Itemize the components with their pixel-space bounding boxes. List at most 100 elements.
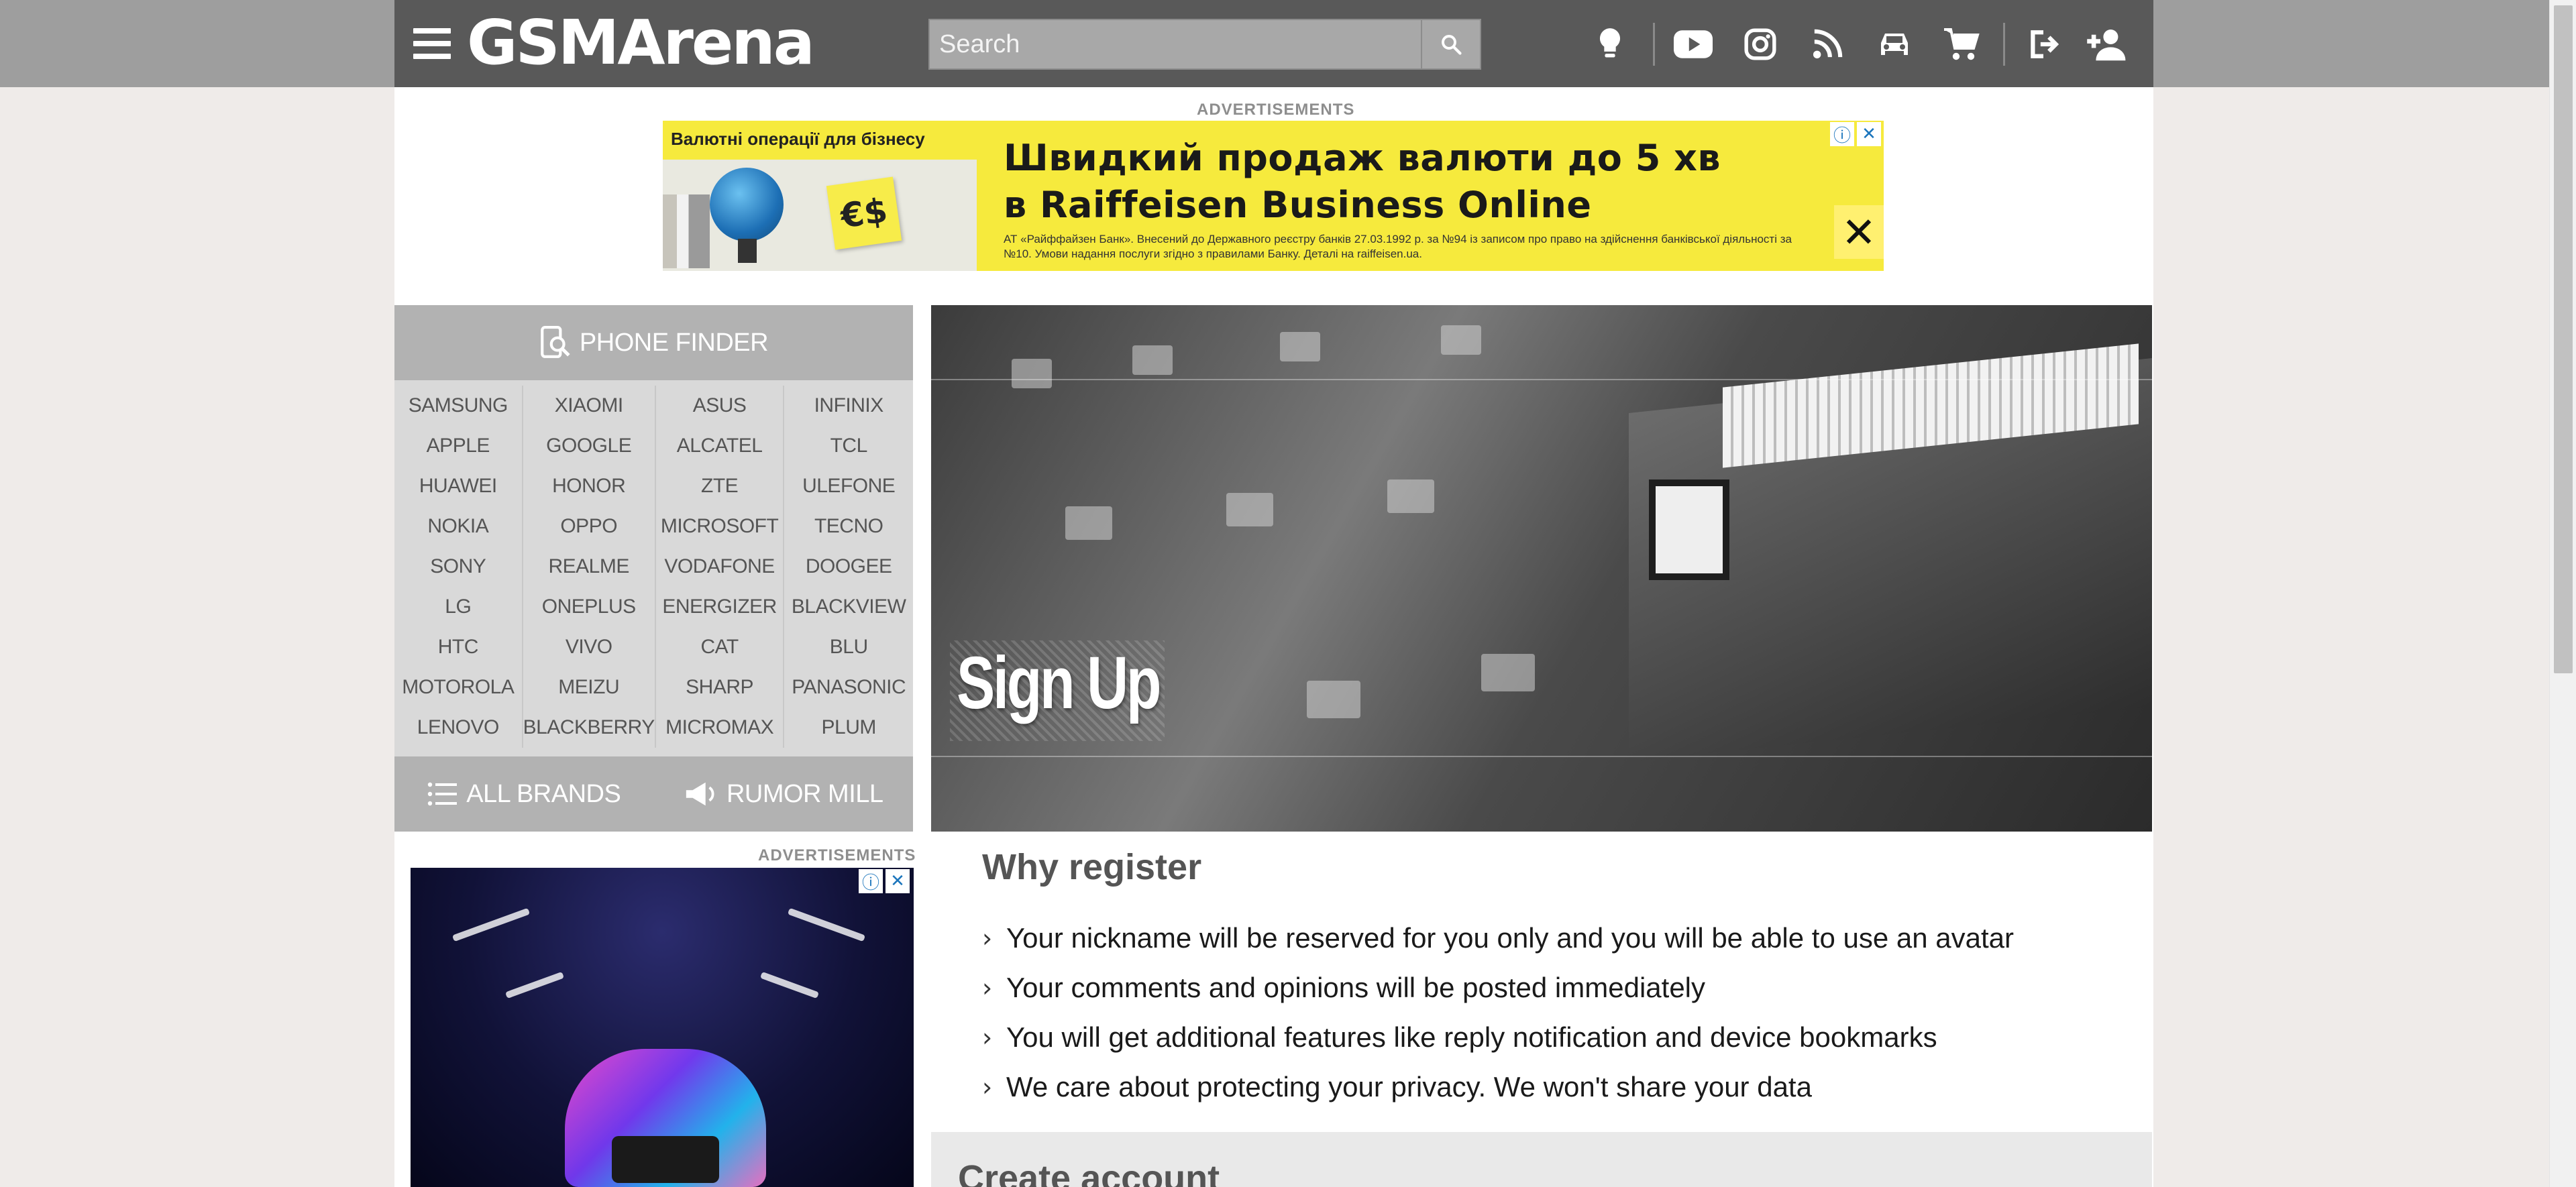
list-item: › We care about protecting your privacy. …	[982, 1062, 2014, 1112]
vertical-scrollbar[interactable]	[2549, 0, 2576, 1187]
brand-column: XIAOMI GOOGLE HONOR OPPO REALME ONEPLUS VIVO ME…	[523, 386, 656, 748]
brand-link[interactable]: APPLE	[394, 426, 522, 466]
light-stripe	[505, 971, 564, 999]
brand-link[interactable]: HTC	[394, 627, 522, 667]
site-logo[interactable]: GSMArena	[467, 12, 815, 74]
brand-link[interactable]: HUAWEI	[394, 466, 522, 506]
hero-guide-line	[931, 756, 2152, 757]
light-stripe	[760, 971, 819, 999]
brand-link[interactable]: SAMSUNG	[394, 386, 522, 426]
page-title: Sign Up	[957, 642, 1161, 724]
brand-link[interactable]: LENOVO	[394, 708, 522, 748]
brand-link[interactable]: MICROSOFT	[656, 506, 784, 547]
signup-icon[interactable]	[2082, 19, 2133, 70]
brand-link[interactable]: XIAOMI	[523, 386, 655, 426]
brand-link[interactable]: BLU	[784, 627, 913, 667]
all-brands-button[interactable]: ALL BRANDS	[394, 756, 654, 832]
phone-finder-sidebar: PHONE FINDER SAMSUNG APPLE HUAWEI NOKIA SONY…	[394, 305, 913, 832]
search-button[interactable]	[1421, 20, 1480, 68]
create-account-section: Create account	[931, 1132, 2152, 1187]
search-icon	[1442, 35, 1462, 55]
brand-link[interactable]: OPPO	[523, 506, 655, 547]
brand-link[interactable]: ULEFONE	[784, 466, 913, 506]
drawer-label	[1226, 493, 1273, 526]
brand-link[interactable]: TCL	[784, 426, 913, 466]
cart-icon[interactable]	[1936, 19, 1987, 70]
ad-info-icon[interactable]: ⓘ	[859, 869, 883, 893]
brand-link[interactable]: GOOGLE	[523, 426, 655, 466]
brand-link[interactable]: DOOGEE	[784, 547, 913, 587]
list-icon	[427, 782, 458, 806]
ad-close-icon[interactable]: ✕	[885, 869, 910, 893]
sidebar-footer: ALL BRANDS RUMOR MILL	[394, 756, 913, 832]
list-item: › Your nickname will be reserved for you …	[982, 913, 2014, 963]
brand-link[interactable]: ONEPLUS	[523, 587, 655, 627]
ad-info-icon[interactable]: ⓘ	[1830, 122, 1854, 146]
chevron-right-icon: ›	[982, 923, 993, 953]
drawer-label	[1012, 359, 1052, 388]
instagram-icon[interactable]	[1735, 19, 1786, 70]
brand-link[interactable]: ASUS	[656, 386, 784, 426]
drawer-label	[1280, 332, 1320, 361]
brand-link[interactable]: MEIZU	[523, 667, 655, 708]
brand-link[interactable]: CAT	[656, 627, 784, 667]
phone-search-icon	[541, 326, 570, 358]
drawer-label	[1307, 681, 1360, 718]
car-icon[interactable]	[1869, 19, 1920, 70]
brand-link[interactable]: HONOR	[523, 466, 655, 506]
top-ad-headline-2: в Raiffeisen Business Online	[1004, 184, 1592, 226]
list-item-text: You will get additional features like re…	[1006, 1021, 1937, 1053]
brand-link[interactable]: PANASONIC	[784, 667, 913, 708]
menu-icon[interactable]	[413, 28, 451, 59]
brand-link[interactable]: NOKIA	[394, 506, 522, 547]
brand-link[interactable]: VIVO	[523, 627, 655, 667]
brand-link[interactable]: REALME	[523, 547, 655, 587]
top-ad-banner[interactable]: Валютні операції для бізнесу €$ Швидкий …	[663, 121, 1884, 271]
drawer-label	[1387, 479, 1434, 513]
brand-link[interactable]: SONY	[394, 547, 522, 587]
brand-link[interactable]: MOTOROLA	[394, 667, 522, 708]
side-ad-label: ADVERTISEMENTS	[758, 846, 916, 864]
why-register-list: › Your nickname will be reserved for you …	[982, 913, 2014, 1112]
list-item: › You will get additional features like r…	[982, 1013, 2014, 1062]
brand-link[interactable]: ZTE	[656, 466, 784, 506]
books-image	[663, 194, 710, 268]
phone-finder-button[interactable]: PHONE FINDER	[394, 305, 913, 380]
side-ad-banner[interactable]	[411, 868, 914, 1187]
brand-link[interactable]: SHARP	[656, 667, 784, 708]
brand-link[interactable]: ALCATEL	[656, 426, 784, 466]
globe-stand-image	[738, 239, 757, 263]
rumor-mill-button[interactable]: RUMOR MILL	[654, 756, 914, 832]
why-register-title: Why register	[982, 847, 1202, 887]
list-item-text: We care about protecting your privacy. W…	[1006, 1071, 1812, 1103]
brand-link[interactable]: BLACKVIEW	[784, 587, 913, 627]
globe-image	[710, 168, 784, 241]
login-icon[interactable]	[2018, 19, 2069, 70]
tip-us-icon[interactable]	[1585, 19, 1635, 70]
brand-column: INFINIX TCL ULEFONE TECNO DOOGEE BLACKVIEW BLU…	[784, 386, 913, 748]
search-box	[928, 19, 1481, 70]
brand-link[interactable]: TECNO	[784, 506, 913, 547]
brand-link[interactable]: LG	[394, 587, 522, 627]
drawer-handle-image	[1649, 479, 1729, 580]
brand-link[interactable]: INFINIX	[784, 386, 913, 426]
list-item-text: Your nickname will be reserved for you o…	[1006, 922, 2014, 954]
brand-link[interactable]: VODAFONE	[656, 547, 784, 587]
search-input[interactable]	[930, 20, 1421, 68]
site-header: GSMArena	[394, 0, 2153, 87]
brand-column: SAMSUNG APPLE HUAWEI NOKIA SONY LG HTC MOTOROLA…	[394, 386, 523, 748]
list-item: › Your comments and opinions will be post…	[982, 963, 2014, 1013]
ad-close-icon[interactable]: ✕	[1857, 122, 1881, 146]
header-divider	[2003, 23, 2005, 66]
scrollbar-thumb[interactable]	[2554, 5, 2573, 673]
chevron-right-icon: ›	[982, 1023, 993, 1052]
raiffeisen-logo-icon: ✕	[1834, 205, 1884, 259]
rss-icon[interactable]	[1802, 19, 1853, 70]
youtube-icon[interactable]	[1668, 19, 1719, 70]
phone-finder-label: PHONE FINDER	[579, 328, 769, 357]
brand-link[interactable]: MICROMAX	[656, 708, 784, 748]
brand-link[interactable]: BLACKBERRY	[523, 708, 655, 748]
brand-link[interactable]: ENERGIZER	[656, 587, 784, 627]
light-stripe	[451, 907, 531, 942]
brand-link[interactable]: PLUM	[784, 708, 913, 748]
